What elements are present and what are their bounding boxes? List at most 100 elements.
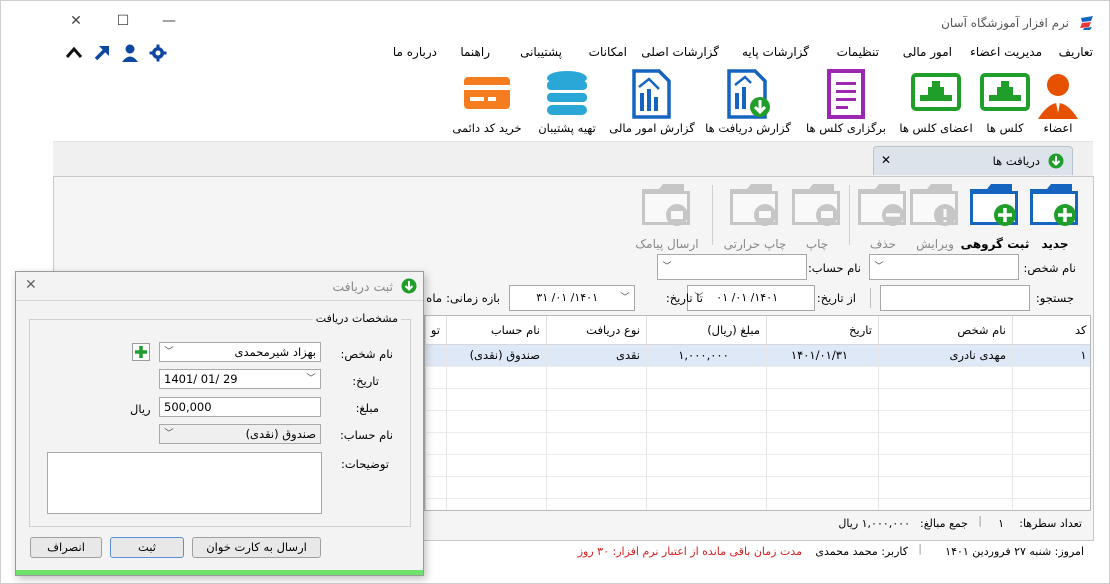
menu-help[interactable]: راهنما [460,45,490,59]
period-value[interactable]: ماه [426,291,442,305]
plus-icon [135,346,147,358]
total-amount-label: جمع مبالغ: [920,517,968,530]
dialog-amount-input[interactable]: 500,000 [159,397,321,417]
dialog-amount-unit: ریال [130,402,151,416]
from-date-field[interactable]: ۱۴۰۱/ ۰۱/ ۰۱ ﹀ [687,285,815,311]
ribbon-hold-classes[interactable]: برگزاری کلس ها [806,69,886,135]
dialog-close-icon[interactable]: ✕ [25,277,37,293]
cell-code: ۱ [1012,344,1090,367]
search-input[interactable] [880,285,1030,311]
menu-members[interactable]: مدیریت اعضاء [970,45,1042,59]
folder-add-icon [1030,184,1078,226]
dialog-amount-label: مبلغ: [355,401,379,415]
chevron-down-icon: ﹀ [620,293,630,303]
ribbon-classes[interactable]: کلس ها [979,69,1031,135]
cell-date: ۱۴۰۱/۰۱/۳۱ [766,344,879,367]
dialog-date-label: تاریخ: [352,374,379,388]
toolbar-separator [849,185,850,245]
folder-print-icon [730,184,778,226]
chevron-down-icon: ﹀ [164,347,174,357]
print-button[interactable]: چاپ [789,181,845,251]
column-header-notes[interactable]: تو [425,316,447,345]
to-date-field[interactable]: ۱۴۰۱/ ۰۱/ ۳۱ ﹀ [509,285,635,311]
dialog-person-combo[interactable]: بهزاد شیرمحمدی ﹀ [159,342,321,362]
menu-features[interactable]: امکانات [589,45,627,59]
tab-receipts[interactable]: ✕ دریافت ها [873,146,1073,175]
chevron-down-icon: ﹀ [662,262,672,272]
table-header-row: کد نام شخص تاریخ مبلغ (ریال) نوع دریافت … [425,316,1090,345]
title-bar: ✕ ☐ — نرم افزار آموزشگاه آسان [1,1,1109,41]
dialog-divider [16,300,423,301]
summary-separator: | [978,514,982,527]
empty-row [425,410,1090,433]
empty-row [425,476,1090,499]
cancel-button[interactable]: انصراف [30,537,102,558]
person-filter-label: نام شخص: [1023,261,1076,275]
dialog-account-label: نام حساب: [339,428,393,442]
app-logo-icon [1080,16,1093,30]
to-date-label: تا تاریخ: [665,291,703,305]
menu-about[interactable]: درباره ما [393,45,437,59]
save-button[interactable]: ثبت [110,537,184,558]
receipts-table[interactable]: کد نام شخص تاریخ مبلغ (ریال) نوع دریافت … [424,315,1091,511]
total-amount-value: ۱,۰۰۰,۰۰۰ ریال [838,517,910,530]
ribbon-finance-report[interactable]: گزارش امور مالی [609,69,695,135]
ribbon-members[interactable]: اعضاء [1033,69,1083,135]
rows-count-label: تعداد سطرها: [1019,517,1082,530]
report-download-icon [727,69,770,119]
chevron-down-icon: ﹀ [306,374,316,384]
rows-count-value: ۱ [998,517,1004,530]
new-button[interactable]: جدید [1027,181,1083,251]
dialog-account-combo[interactable]: صندوق (نقدی) ﹀ [159,424,321,444]
column-header-receipt-type[interactable]: نوع دریافت [546,316,647,345]
menu-main-reports[interactable]: گزارشات اصلی [641,45,719,59]
account-filter-label: نام حساب: [807,261,861,275]
menu-base-reports[interactable]: گزارشات پایه [742,45,809,59]
dialog-notes-textarea[interactable] [47,452,322,514]
column-header-date[interactable]: تاریخ [766,316,879,345]
column-header-account[interactable]: نام حساب [446,316,547,345]
add-person-button[interactable] [132,343,150,361]
empty-row [425,366,1090,389]
from-date-label: از تاریخ: [816,291,856,305]
current-user: کاربر: محمد محمدی [815,545,908,558]
menu-support[interactable]: پشتیبانی [520,45,562,59]
group-register-button[interactable]: ثبت گروهی [961,181,1029,251]
column-header-person[interactable]: نام شخص [878,316,1013,345]
ribbon-buy-code[interactable]: خرید کد دائمی [452,69,522,135]
minimize-icon[interactable]: — [159,11,179,31]
close-tab-icon[interactable]: ✕ [881,153,891,167]
cell-receipt-type: نقدی [546,344,647,367]
period-label: بازه زمانی: [446,291,500,305]
cell-account: صندوق (نقدی) [446,344,547,367]
maximize-icon[interactable]: ☐ [113,11,133,31]
thermal-print-button[interactable]: چاپ حرارتی [724,181,786,251]
close-icon[interactable]: ✕ [66,11,86,31]
send-to-card-reader-button[interactable]: ارسال به کارت خوان [192,537,321,558]
search-label: جستجو: [1035,291,1074,305]
toolbar-separator [712,185,713,245]
ribbon-backup[interactable]: تهیه پشتیبان [538,69,596,135]
table-row[interactable]: ۱ مهدی نادری ۱۴۰۱/۰۱/۳۱ ۱,۰۰۰,۰۰۰ نقدی ص… [425,344,1090,367]
credit-card-icon [464,77,510,109]
finance-report-icon [632,69,671,119]
window-title: نرم افزار آموزشگاه آسان [941,16,1069,30]
menu-settings[interactable]: تنظیمات [837,45,879,59]
dialog-date-field[interactable]: 1401/ 01/ 29 ﹀ [159,369,321,389]
dialog-person-label: نام شخص: [340,347,393,361]
account-filter-combo[interactable]: ﹀ [657,254,807,280]
ribbon-receipts-report[interactable]: گزارش دریافت ها [705,69,791,135]
delete-button[interactable]: حذف [855,181,911,251]
column-header-code[interactable]: کد [1012,316,1090,345]
receipt-dialog: ✕ ثبت دریافت مشخصات دریافت نام شخص: بهزا… [15,271,424,576]
person-filter-combo[interactable]: ﹀ [869,254,1019,280]
menu-finance[interactable]: امور مالی [903,45,952,59]
ribbon-class-members[interactable]: اعضای کلس ها [899,69,973,135]
download-icon [1048,153,1064,169]
edit-button[interactable]: ویرایش [907,181,963,251]
send-sms-button[interactable]: ارسال پیامک [635,181,699,251]
dialog-progress-strip [16,570,423,575]
column-header-amount[interactable]: مبلغ (ریال) [646,316,767,345]
menu-definitions[interactable]: تعاریف [1059,45,1093,59]
filter-separator [870,288,871,308]
